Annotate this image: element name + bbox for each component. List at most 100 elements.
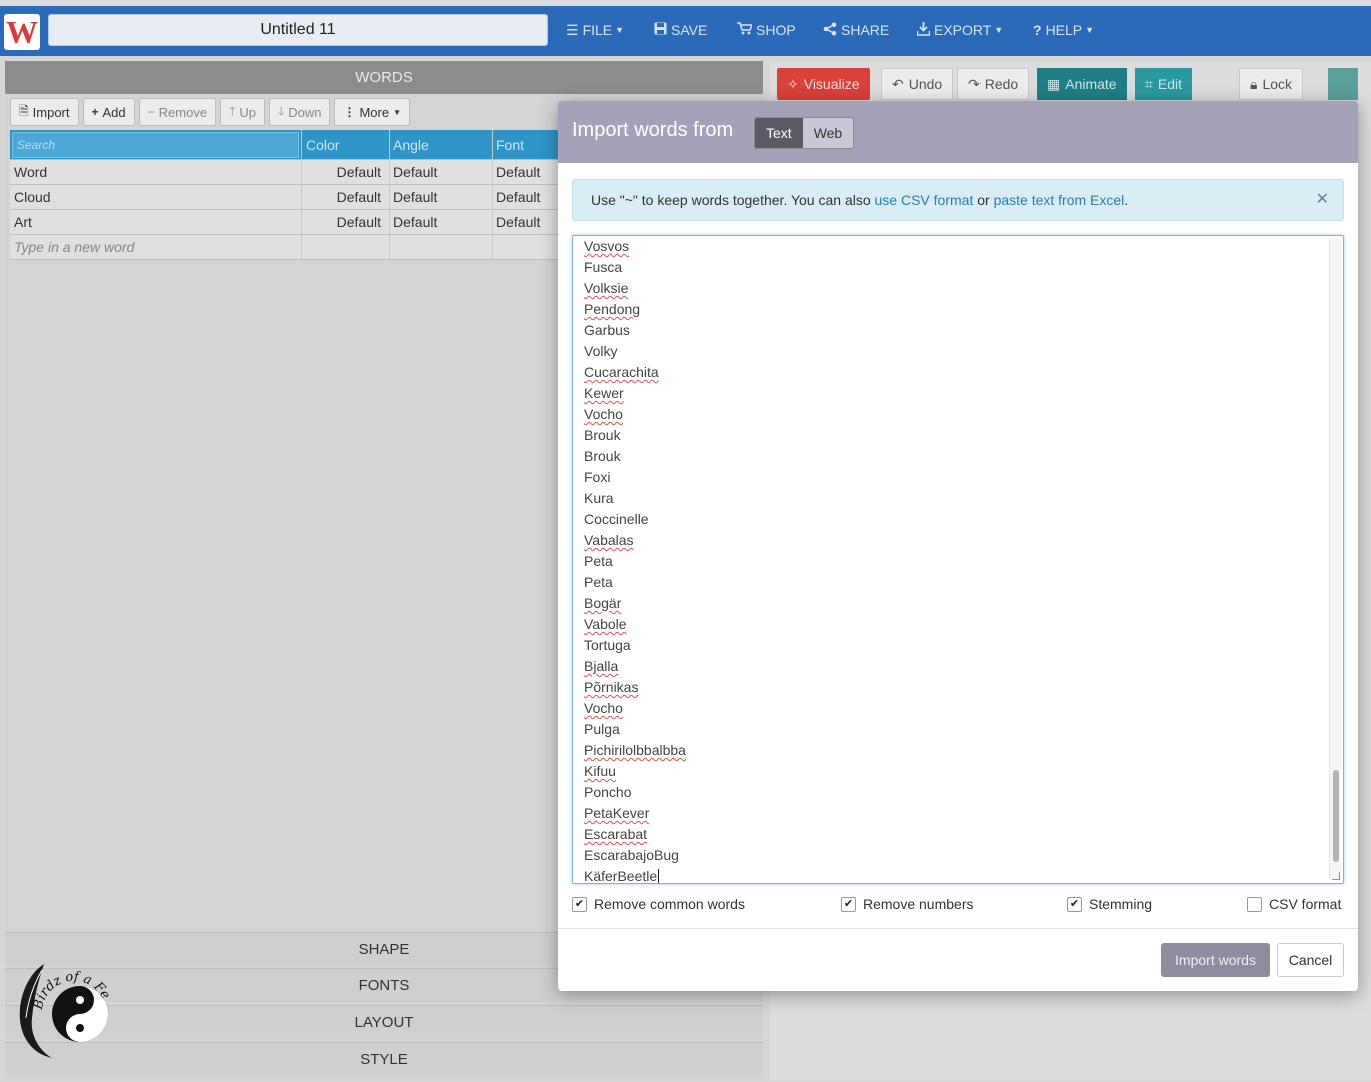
cancel-button[interactable]: Cancel bbox=[1277, 943, 1344, 977]
word-list-item: Vabole bbox=[584, 616, 627, 632]
word-list: Vosvos Fusca Volksie Pendong Garbus Volky Cuca… bbox=[584, 236, 686, 883]
caret-down-icon: ▼ bbox=[1085, 25, 1095, 35]
new-word-row[interactable]: Type in a new word bbox=[10, 235, 570, 260]
remove-common-words-option[interactable]: ✔ Remove common words bbox=[572, 896, 745, 912]
stemming-option[interactable]: ✔ Stemming bbox=[1067, 896, 1152, 912]
plus-icon: + bbox=[91, 105, 99, 119]
word-list-item: Vocho bbox=[584, 700, 623, 716]
column-header-angle[interactable]: Angle bbox=[390, 130, 493, 159]
import-options: ✔ Remove common words ✔ Remove numbers ✔… bbox=[572, 896, 1344, 918]
layout-section[interactable]: LAYOUT bbox=[5, 1005, 763, 1039]
edit-button[interactable]: ⌗ Edit bbox=[1135, 68, 1193, 100]
file-menu[interactable]: ☰ FILE ▼ bbox=[566, 14, 624, 46]
cart-icon bbox=[737, 22, 754, 38]
question-icon: ? bbox=[1033, 22, 1042, 38]
visualize-button[interactable]: ✧ Visualize bbox=[777, 68, 870, 100]
table-row[interactable]: Cloud Default Default Default bbox=[10, 185, 570, 210]
word-list-item: Fusca bbox=[584, 259, 623, 275]
style-section[interactable]: STYLE bbox=[5, 1042, 763, 1076]
table-header: Search Color Angle Font bbox=[10, 130, 570, 160]
app-logo[interactable]: W bbox=[4, 14, 40, 50]
source-toggle: Text Web bbox=[754, 117, 855, 149]
export-menu[interactable]: EXPORT ▼ bbox=[916, 14, 1004, 46]
word-list-item: Volksie bbox=[584, 280, 629, 296]
tab-text[interactable]: Text bbox=[755, 118, 803, 148]
word-list-item: Pendong bbox=[584, 301, 641, 317]
word-list-item: Cucarachita bbox=[584, 364, 659, 380]
vertical-dots-icon: ⋮ bbox=[343, 105, 356, 119]
import-words-button[interactable]: Import words bbox=[1161, 943, 1270, 977]
remove-numbers-option[interactable]: ✔ Remove numbers bbox=[841, 896, 974, 912]
paste-excel-link[interactable]: paste text from Excel bbox=[994, 192, 1125, 208]
word-list-item: Escarabat bbox=[584, 826, 648, 842]
close-icon[interactable]: ✕ bbox=[1316, 180, 1329, 220]
csv-format-option[interactable]: CSV format bbox=[1247, 896, 1341, 912]
word-list-item: Peta bbox=[584, 553, 613, 569]
document-title-input[interactable]: Untitled 11 bbox=[48, 14, 548, 46]
minus-icon: − bbox=[147, 105, 155, 119]
text-cursor bbox=[658, 869, 660, 883]
help-menu[interactable]: ? HELP ▼ bbox=[1033, 14, 1094, 46]
new-word-input[interactable]: Type in a new word bbox=[10, 235, 302, 259]
film-icon: ▦ bbox=[1047, 75, 1061, 92]
word-list-item: Pulga bbox=[584, 721, 620, 737]
dialog-title: Import words from bbox=[572, 119, 734, 141]
redo-button[interactable]: ↷ Redo bbox=[957, 68, 1030, 100]
csv-format-checkbox[interactable] bbox=[1247, 896, 1262, 912]
import-button[interactable]: 🗎 Import bbox=[10, 98, 79, 126]
redo-arrow-icon: ↷ bbox=[968, 75, 980, 92]
word-list-item: Poncho bbox=[584, 784, 632, 800]
import-text-area[interactable]: Vosvos Fusca Volksie Pendong Garbus Volky Cuca… bbox=[572, 235, 1344, 884]
table-row[interactable]: Art Default Default Default bbox=[10, 210, 570, 235]
download-icon bbox=[916, 21, 931, 39]
arrow-up-icon: 🡑 bbox=[229, 103, 236, 118]
search-input[interactable]: Search bbox=[12, 132, 299, 158]
floppy-icon bbox=[654, 22, 667, 38]
down-button[interactable]: 🡓 Down bbox=[268, 98, 331, 126]
animate-button[interactable]: ▦ Animate bbox=[1037, 68, 1127, 100]
words-toolbar: 🗎 Import + Add − Remove 🡑 Up 🡓 Down ⋮ Mo… bbox=[10, 98, 411, 126]
import-words-dialog: Import words from Text Web Use "~" to ke… bbox=[558, 101, 1358, 991]
share-icon bbox=[823, 22, 837, 39]
word-list-item: Kura bbox=[584, 490, 614, 506]
birdz-of-a-feather-watermark-logo: Birdz of a Feather bbox=[8, 947, 116, 1062]
words-table: Search Color Angle Font Word Default Def… bbox=[10, 130, 570, 260]
hamburger-icon: ☰ bbox=[566, 21, 579, 38]
edit-frame-icon: ⌗ bbox=[1145, 75, 1153, 92]
lock-button[interactable]: 🔒︎ Lock bbox=[1239, 68, 1304, 100]
words-panel-header[interactable]: WORDS bbox=[5, 61, 763, 94]
scrollbar-thumb[interactable] bbox=[1333, 770, 1339, 862]
resize-grip-icon[interactable] bbox=[1332, 872, 1340, 880]
word-list-item: Brouk bbox=[584, 427, 621, 443]
word-list-item: Brouk bbox=[584, 448, 621, 464]
arrow-down-icon: 🡓 bbox=[277, 103, 285, 118]
word-list-item: Põrnikas bbox=[584, 679, 639, 695]
word-list-item: Peta bbox=[584, 574, 613, 590]
word-list-item: Tortuga bbox=[584, 637, 631, 653]
word-list-item: Vocho bbox=[584, 406, 623, 422]
table-row[interactable]: Word Default Default Default bbox=[10, 160, 570, 185]
stemming-checkbox[interactable]: ✔ bbox=[1067, 896, 1082, 912]
column-header-color[interactable]: Color bbox=[302, 130, 390, 159]
csv-format-link[interactable]: use CSV format bbox=[875, 192, 974, 208]
undo-button[interactable]: ↶ Undo bbox=[881, 68, 954, 100]
tab-web[interactable]: Web bbox=[802, 118, 854, 148]
dialog-header: Import words from Text Web bbox=[558, 101, 1358, 163]
caret-down-icon: ▼ bbox=[994, 25, 1004, 35]
save-button[interactable]: SAVE bbox=[654, 14, 707, 46]
share-button[interactable]: SHARE bbox=[823, 14, 889, 46]
info-alert: Use "~" to keep words together. You can … bbox=[572, 179, 1344, 221]
file-import-icon: 🗎 bbox=[19, 103, 29, 118]
add-button[interactable]: + Add bbox=[82, 98, 135, 126]
word-list-item: Volky bbox=[584, 343, 618, 359]
shop-button[interactable]: SHOP bbox=[737, 14, 796, 46]
word-list-item: Bogär bbox=[584, 595, 622, 611]
color-swatch-button[interactable] bbox=[1328, 68, 1358, 100]
scrollbar[interactable] bbox=[1329, 238, 1341, 880]
up-button[interactable]: 🡑 Up bbox=[220, 98, 265, 126]
word-list-item: Kewer bbox=[584, 385, 624, 401]
more-menu-button[interactable]: ⋮ More ▼ bbox=[334, 98, 411, 126]
remove-common-words-checkbox[interactable]: ✔ bbox=[572, 896, 587, 912]
remove-button[interactable]: − Remove bbox=[138, 98, 217, 126]
remove-numbers-checkbox[interactable]: ✔ bbox=[841, 896, 856, 912]
